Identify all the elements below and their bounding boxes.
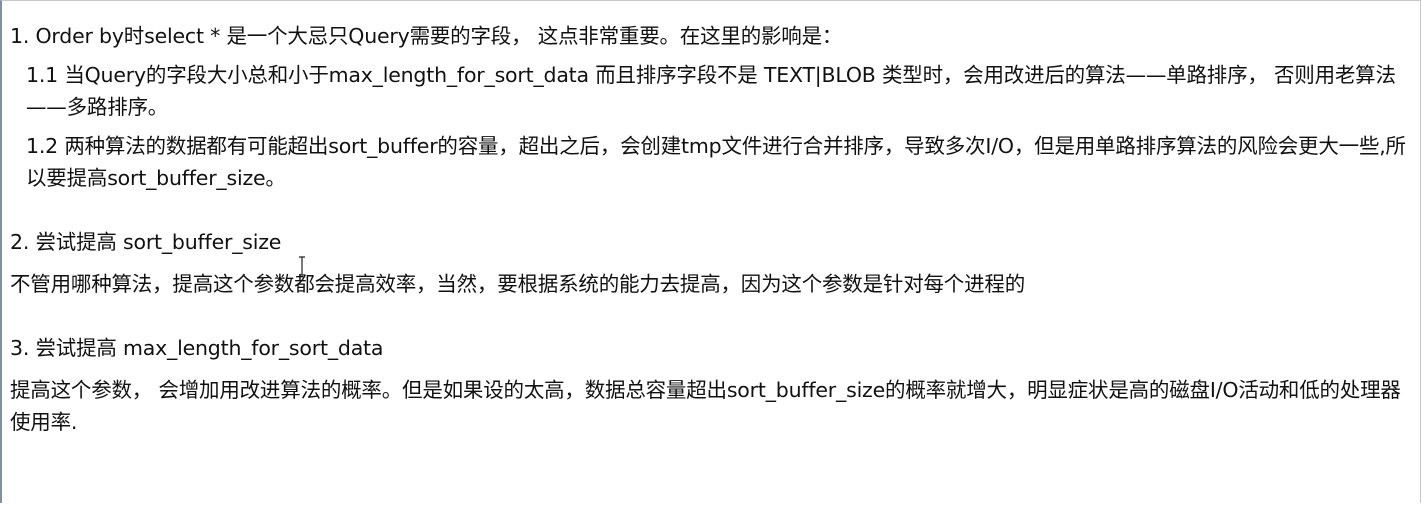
text-cursor-icon: [299, 256, 305, 276]
heading-max-length-for-sort-data: 3. 尝试提高 max_length_for_sort_data: [10, 336, 384, 360]
sort-buffer-size-description: 不管用哪种算法，提高这个参数都会提高效率，当然，要根据系统的能力去提高，因为这个…: [10, 272, 1025, 296]
point-1-1: 1.1 当Query的字段大小总和小于max_length_for_sort_d…: [26, 63, 1396, 119]
heading-sort-buffer-size: 2. 尝试提高 sort_buffer_size: [10, 230, 282, 254]
heading-order-by: 1. Order by时select * 是一个大忌只Query需要的字段， 这…: [10, 24, 843, 48]
document-body: 1. Order by时select * 是一个大忌只Query需要的字段， 这…: [10, 20, 1415, 438]
max-length-description: 提高这个参数， 会增加用改进算法的概率。但是如果设的太高，数据总容量超出sort…: [10, 378, 1401, 434]
point-1-2: 1.2 两种算法的数据都有可能超出sort_buffer的容量，超出之后，会创建…: [26, 134, 1406, 190]
